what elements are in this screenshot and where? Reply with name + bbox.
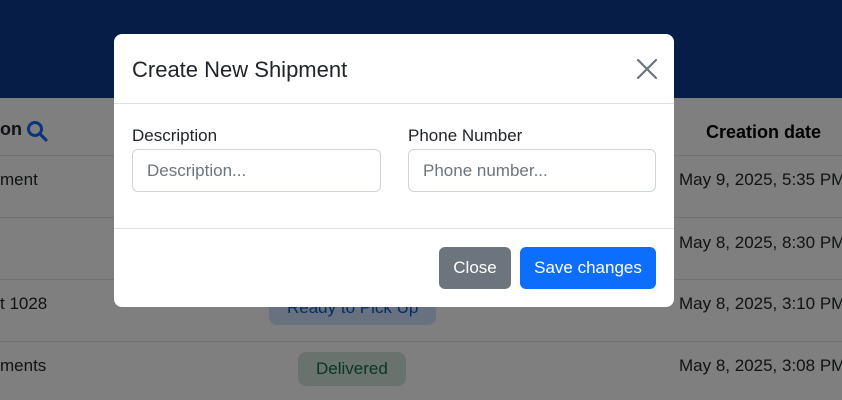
close-icon[interactable] [635,57,659,81]
description-input[interactable] [132,149,381,192]
modal-body: Description Phone Number [114,104,674,228]
phone-number-input[interactable] [408,149,656,192]
create-shipment-modal: Create New Shipment Description Phone Nu… [114,34,674,307]
modal-header: Create New Shipment [114,34,674,104]
description-label: Description [132,126,218,145]
modal-title: Create New Shipment [132,57,348,82]
save-changes-button[interactable]: Save changes [520,247,656,289]
close-button[interactable]: Close [439,247,511,289]
phone-number-label: Phone Number [408,126,523,145]
modal-footer: Close Save changes [114,228,674,307]
